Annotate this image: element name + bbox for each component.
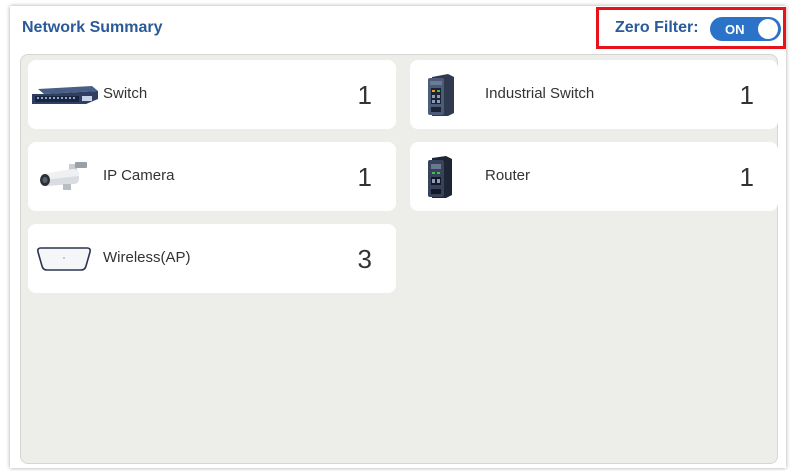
zero-filter-toggle[interactable]: ON: [710, 17, 781, 41]
switch-icon: [31, 60, 99, 129]
toggle-knob: [758, 19, 778, 39]
panel-header: Network Summary Zero Filter: ON: [10, 6, 786, 52]
industrial-switch-icon: [420, 60, 462, 129]
device-card-industrial-switch[interactable]: Industrial Switch 1: [410, 60, 778, 129]
device-label: Router: [485, 167, 531, 184]
panel-title: Network Summary: [22, 19, 163, 36]
network-summary-panel: Network Summary Zero Filter: ON Switch 1…: [10, 6, 786, 468]
device-label: Wireless(AP): [103, 249, 191, 266]
zero-filter-control: Zero Filter: ON: [596, 7, 786, 49]
zero-filter-label: Zero Filter:: [615, 19, 699, 36]
device-count: 1: [739, 80, 754, 110]
device-count: 1: [739, 162, 754, 192]
device-label: Switch: [103, 85, 148, 102]
device-summary-grid: Switch 1 Industrial Switch 1 IP Camera 1…: [20, 54, 778, 464]
toggle-state-text: ON: [725, 22, 745, 37]
device-count: 1: [357, 80, 372, 110]
router-icon: [422, 142, 458, 211]
device-card-ip-camera[interactable]: IP Camera 1: [28, 142, 396, 211]
device-label: IP Camera: [103, 167, 175, 184]
device-card-router[interactable]: Router 1: [410, 142, 778, 211]
device-card-wireless-ap[interactable]: Wireless(AP) 3: [28, 224, 396, 293]
ip-camera-icon: [36, 142, 90, 211]
device-count: 1: [357, 162, 372, 192]
device-label: Industrial Switch: [485, 85, 595, 102]
wireless-ap-icon: [34, 224, 94, 293]
device-count: 3: [357, 244, 372, 274]
device-card-switch[interactable]: Switch 1: [28, 60, 396, 129]
